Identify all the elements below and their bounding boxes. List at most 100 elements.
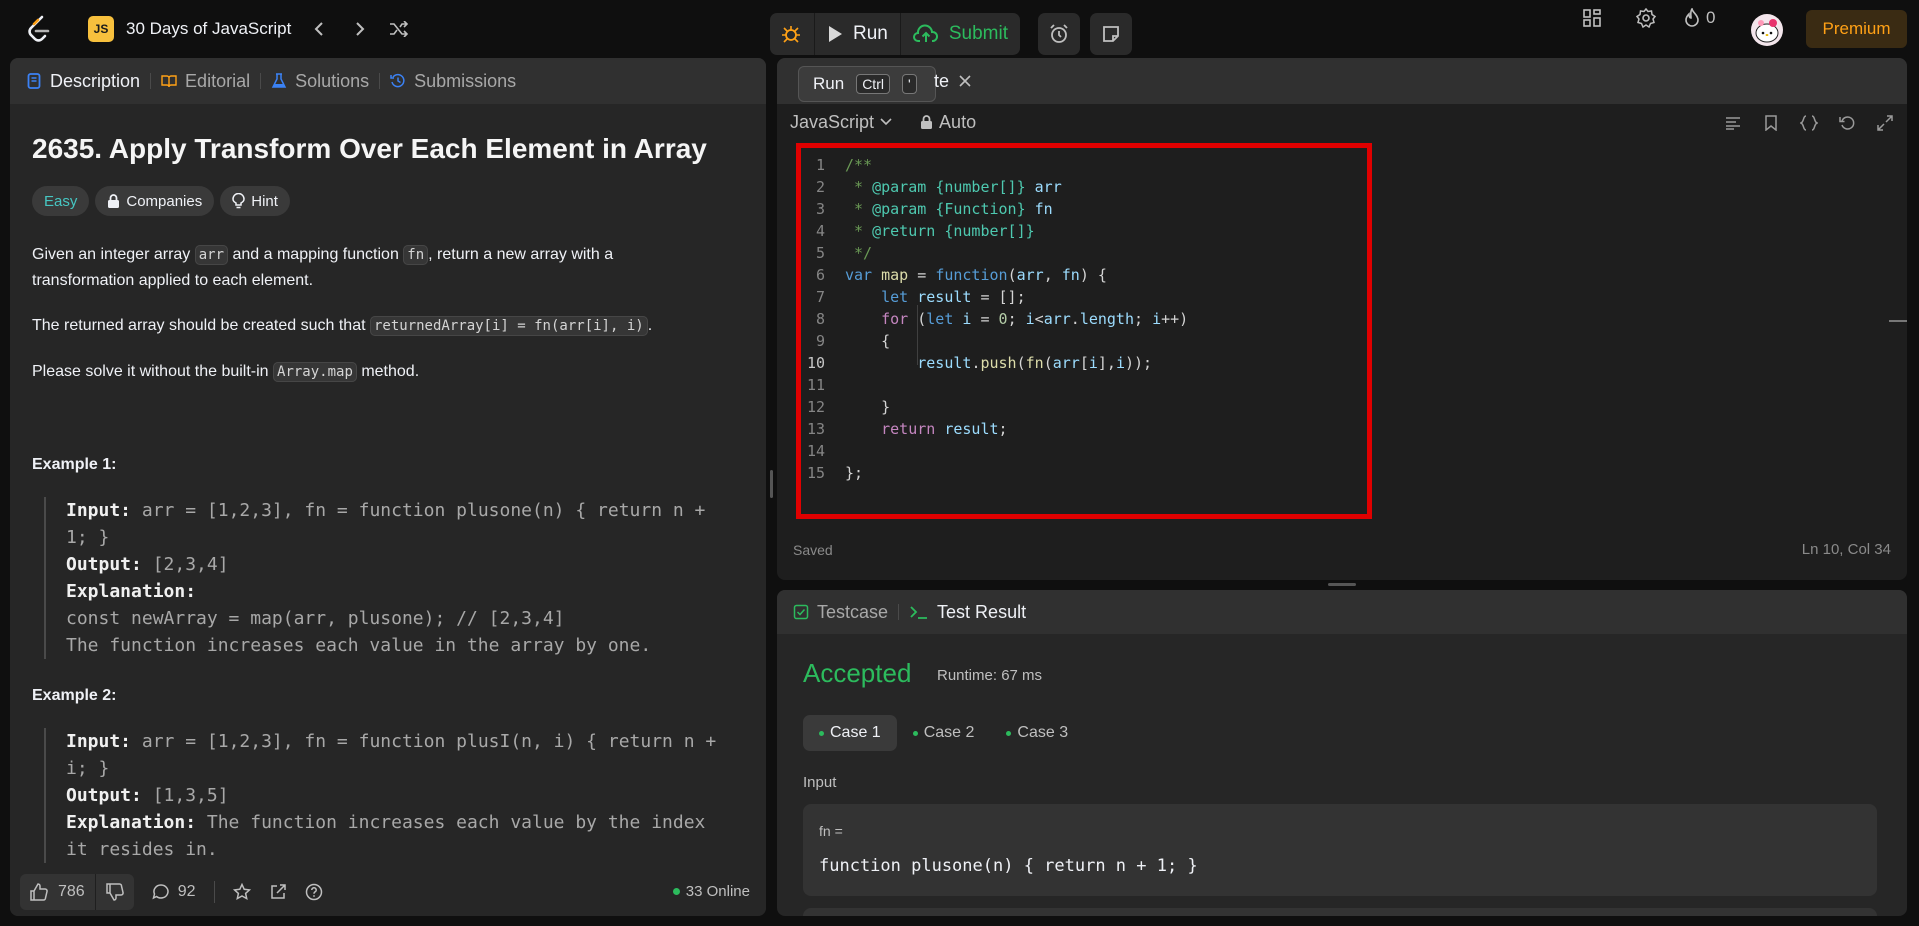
format-align-icon[interactable] (1721, 112, 1745, 134)
fullscreen-icon[interactable] (1873, 112, 1897, 134)
auto-label: Auto (939, 111, 977, 132)
leetcode-logo-icon[interactable] (26, 15, 52, 43)
input-label: Input: (66, 500, 132, 521)
explanation-text: const newArray = map(arr, plusone); // [… (66, 608, 565, 629)
course-title[interactable]: 30 Days of JavaScript (126, 19, 291, 39)
case-tab-2[interactable]: Case 2 (897, 715, 991, 751)
text: method. (356, 363, 420, 380)
annotation-highlight-box (796, 143, 1372, 519)
braces-icon[interactable] (1797, 112, 1821, 134)
thumbs-down-icon (105, 883, 124, 901)
text: transformation applied to each element. (32, 272, 314, 289)
share-button[interactable] (269, 883, 287, 901)
auto-mode-toggle[interactable]: Auto (920, 112, 976, 133)
test-result-panel: Testcase Test Result Accepted Runtime: 6… (777, 590, 1907, 916)
tab-testcase-label: Testcase (817, 601, 889, 622)
language-select[interactable]: JavaScript (790, 112, 892, 133)
runtime-label: Runtime: 67 ms (937, 667, 1043, 684)
text: Please solve it without the built-in (32, 363, 274, 380)
tab-test-result[interactable]: Test Result (909, 602, 1026, 623)
help-button[interactable] (305, 883, 323, 901)
editor-tab-code-label[interactable]: te (934, 71, 949, 92)
difficulty-badge: Easy (32, 186, 90, 216)
description-paragraph-3: Please solve it without the built-in Arr… (32, 359, 752, 385)
case-label: Case 3 (1017, 724, 1069, 741)
tab-submissions[interactable]: Submissions (380, 71, 526, 92)
input-label: Input: (66, 731, 132, 752)
tab-description[interactable]: Description (26, 71, 150, 92)
input-value: arr = [1,2,3], fn = function plusI(n, i)… (131, 731, 717, 752)
explanation-text: The function increases each value by the… (196, 812, 706, 833)
case-tab-3[interactable]: Case 3 (990, 715, 1084, 751)
settings-gear-icon[interactable] (1634, 6, 1658, 30)
run-submit-group: Run Submit (770, 13, 1020, 55)
cloud-upload-icon (912, 24, 938, 42)
document-icon (27, 73, 41, 89)
tab-testcase[interactable]: Testcase (793, 602, 888, 623)
course-breadcrumb[interactable]: JS 30 Days of JavaScript (88, 16, 291, 42)
submit-button[interactable]: Submit (899, 13, 1020, 55)
like-button[interactable]: 786 (20, 874, 95, 910)
tab-editorial[interactable]: Editorial (151, 71, 260, 92)
alarm-clock-icon (1050, 24, 1068, 43)
close-icon[interactable] (958, 72, 972, 93)
output-value: [2,3,4] (141, 554, 229, 575)
submit-label: Submit (948, 23, 1008, 44)
course-badge: JS (88, 16, 114, 42)
comment-count: 92 (177, 883, 196, 900)
explanation-label: Explanation: (66, 812, 197, 833)
comments-button[interactable]: 92 (152, 883, 196, 901)
flame-icon (1685, 8, 1699, 27)
bookmark-icon[interactable] (1759, 112, 1783, 134)
dislike-button[interactable] (94, 874, 134, 910)
explanation-text: The function increases each value in the… (66, 635, 652, 656)
output-label: Output: (66, 785, 142, 806)
text: . (647, 317, 653, 334)
problem-title[interactable]: 2635. Apply Transform Over Each Element … (32, 133, 707, 165)
hint-tag[interactable]: Hint (220, 186, 290, 216)
run-label: Run (853, 23, 888, 44)
layout-icon[interactable] (1580, 6, 1604, 30)
premium-button[interactable]: Premium (1806, 10, 1907, 48)
panel-resize-handle-horizontal[interactable] (1328, 583, 1356, 586)
companies-tag[interactable]: Companies (95, 186, 215, 216)
input-value-box[interactable]: fn = function plusone(n) { return n + 1;… (803, 804, 1877, 896)
play-icon (829, 26, 842, 42)
case-tabs: Case 1 Case 2 Case 3 (803, 715, 1084, 751)
input-value: arr = [1,2,3], fn = function plusone(n) … (131, 500, 706, 521)
case-label: Case 1 (830, 724, 881, 741)
bug-icon (782, 26, 800, 43)
debugger-button[interactable] (770, 13, 814, 55)
case-tab-1[interactable]: Case 1 (803, 715, 897, 751)
text: The returned array should be created suc… (32, 317, 370, 334)
inline-code: arr (194, 245, 229, 265)
reset-icon[interactable] (1835, 112, 1859, 134)
tab-editorial-label: Editorial (185, 70, 251, 91)
run-shortcut-tooltip: Run Ctrl ' (798, 66, 936, 102)
panel-resize-handle-vertical[interactable] (770, 470, 773, 498)
user-avatar[interactable] (1751, 14, 1783, 46)
thumbs-up-icon (30, 883, 48, 901)
tab-solutions[interactable]: Solutions (261, 71, 379, 92)
shortcut-key-quote: ' (901, 74, 917, 94)
cursor-position: Ln 10, Col 34 (1801, 541, 1891, 558)
run-button[interactable]: Run (814, 13, 900, 55)
description-footer: 786 92 33 Online (10, 868, 766, 916)
streak-counter[interactable]: 0 (1684, 6, 1728, 30)
inline-code: fn (403, 245, 429, 265)
notes-button[interactable] (1090, 13, 1132, 55)
next-problem-icon[interactable] (349, 18, 371, 40)
tab-solutions-label: Solutions (295, 70, 370, 91)
description-panel: Description Editorial Solutions Submissi… (10, 58, 766, 916)
online-count: 33 Online (685, 883, 750, 900)
timer-button[interactable] (1038, 13, 1080, 55)
share-external-icon (270, 884, 286, 899)
comment-icon (152, 884, 169, 900)
online-indicator: 33 Online (672, 883, 750, 900)
prev-problem-icon[interactable] (308, 18, 330, 40)
footer-divider (213, 881, 215, 903)
editor-scrollbar[interactable] (1889, 320, 1907, 322)
question-circle-icon (305, 883, 322, 901)
favorite-button[interactable] (232, 883, 251, 901)
shuffle-icon[interactable] (388, 18, 410, 40)
